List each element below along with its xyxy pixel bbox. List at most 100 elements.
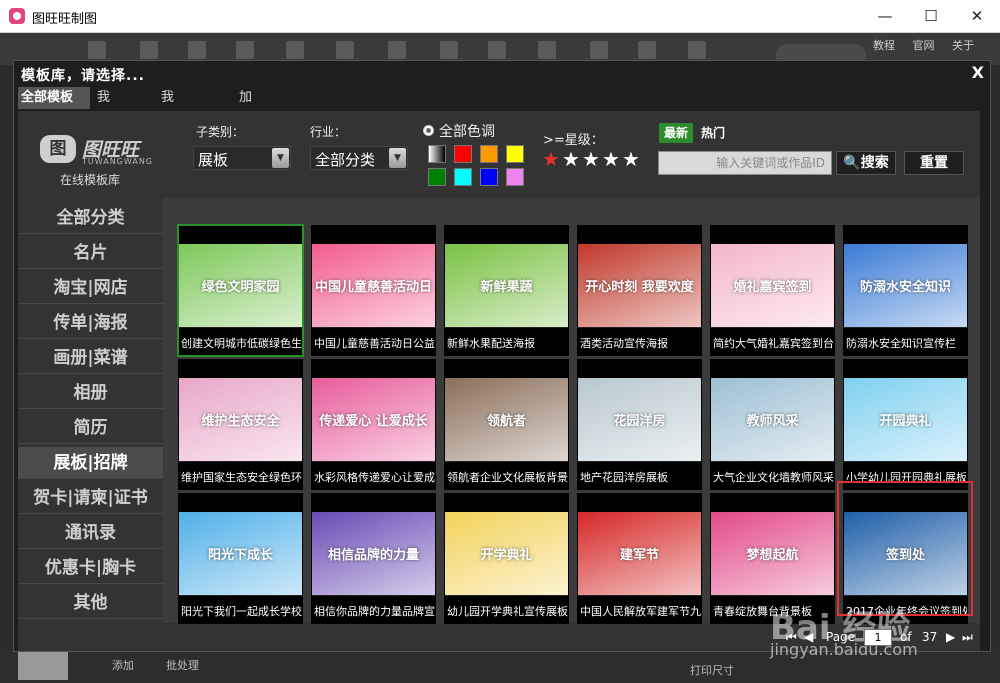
template-title: 幼儿园开学典礼宣传展板 xyxy=(447,605,568,618)
template-thumbnail: 开园典礼 xyxy=(844,378,967,462)
next-page-button[interactable]: ▶ xyxy=(946,630,955,644)
camera-icon[interactable] xyxy=(286,41,304,59)
all-colors-radio[interactable] xyxy=(423,125,434,136)
thumbnail-headline: 开学典礼 xyxy=(480,548,533,563)
subtype-label: 子类别： xyxy=(196,125,245,139)
template-title: 领航者企业文化展板背景 xyxy=(447,471,568,484)
add-button[interactable]: 添加 xyxy=(112,657,134,673)
first-page-button[interactable]: ⏮ xyxy=(786,630,797,645)
pager: ⏮ ◀ Page 1 of 37 ▶ ⏭ xyxy=(786,627,976,649)
tab-all-templates[interactable]: 全部模板 xyxy=(18,87,90,109)
tab-favorites[interactable]: 我的收藏夹 xyxy=(158,87,177,193)
template-title: 中国人民解放军建军节九 xyxy=(580,605,701,618)
template-card[interactable]: 婚礼嘉宾签到 简约大气婚礼嘉宾签到台 xyxy=(710,225,835,356)
print-icon[interactable] xyxy=(236,41,254,59)
star-icon-1[interactable]: ★ xyxy=(542,149,560,169)
template-card[interactable]: 防溺水安全知识 防溺水安全知识宣传栏 xyxy=(843,225,968,356)
category-address-book[interactable]: 通讯录 xyxy=(18,517,163,549)
category-taobao[interactable]: 淘宝|网店 xyxy=(18,272,163,304)
swatch-cyan[interactable] xyxy=(454,168,472,186)
print-size-label: 打印尺寸 xyxy=(690,664,734,677)
last-page-button[interactable]: ⏭ xyxy=(962,630,973,645)
swatch-yellow[interactable] xyxy=(506,145,524,163)
upload-icon[interactable] xyxy=(336,41,354,59)
about-link[interactable]: 关于 xyxy=(952,39,974,52)
page-total: 37 xyxy=(922,630,938,644)
thumbnail-headline: 开园典礼 xyxy=(879,414,932,429)
template-card[interactable]: 开心时刻 我要欢度 酒类活动宣传海报 xyxy=(577,225,702,356)
template-card[interactable]: 开学典礼幼儿园开学典礼宣传展板 xyxy=(444,493,569,624)
tutorial-link[interactable]: 教程 xyxy=(873,39,895,52)
category-flyer[interactable]: 传单|海报 xyxy=(18,307,163,339)
swatch-grayscale[interactable] xyxy=(428,145,446,163)
new-file-icon[interactable] xyxy=(88,41,106,59)
cut-icon[interactable] xyxy=(488,41,506,59)
prev-page-button[interactable]: ◀ xyxy=(804,630,813,644)
template-card[interactable]: 维护生态安全 维护国家生态安全绿色环 xyxy=(178,359,303,490)
template-card[interactable]: 领航者领航者企业文化展板背景 xyxy=(444,359,569,490)
reset-button[interactable]: 重置 xyxy=(904,151,964,175)
layout-icon[interactable] xyxy=(688,41,706,59)
template-card[interactable]: 相信品牌的力量 相信你品牌的力量品牌宣 xyxy=(311,493,436,624)
search-input[interactable]: 输入关键词或作品ID xyxy=(658,151,832,175)
open-folder-icon[interactable] xyxy=(140,41,158,59)
template-title: 水彩风格传递爱心让爱成 xyxy=(314,471,435,484)
dialog-close-button[interactable]: X xyxy=(972,63,984,82)
thumbnail-headline: 梦想起航 xyxy=(746,548,799,563)
star-icon-3[interactable]: ★ xyxy=(582,149,600,169)
top-links: 教程 官网 关于 xyxy=(859,37,974,53)
swatch-green[interactable] xyxy=(428,168,446,186)
maximize-button[interactable]: ☐ xyxy=(908,0,954,33)
crop-icon[interactable] xyxy=(538,41,556,59)
page-number-input[interactable]: 1 xyxy=(864,629,892,646)
category-photo-album[interactable]: 相册 xyxy=(18,377,163,409)
thumbnail-headline: 开心时刻 我要欢度 xyxy=(585,280,694,295)
redo-icon[interactable] xyxy=(440,41,458,59)
swatch-blue[interactable] xyxy=(480,168,498,186)
search-button[interactable]: 🔍搜索 xyxy=(836,151,896,175)
template-thumbnail: 领航者 xyxy=(445,378,568,462)
category-business-card[interactable]: 名片 xyxy=(18,237,163,269)
template-card[interactable]: 建军节 中国人民解放军建军节九 xyxy=(577,493,702,624)
template-thumbnail: 教师风采 xyxy=(711,378,834,462)
subtype-select[interactable]: 展板 ▼ xyxy=(193,146,291,170)
template-thumbnail: 花园洋房 xyxy=(578,378,701,462)
category-coupon-badge[interactable]: 优惠卡|胸卡 xyxy=(18,552,163,584)
save-icon[interactable] xyxy=(188,41,206,59)
copy-icon[interactable] xyxy=(388,41,406,59)
template-card[interactable]: 阳光下成长 阳光下我们一起成长学校 xyxy=(178,493,303,624)
close-window-button[interactable]: ✕ xyxy=(954,0,1000,33)
category-resume[interactable]: 简历 xyxy=(18,412,163,444)
template-card[interactable]: 教师风采 大气企业文化墙教师风采 xyxy=(710,359,835,490)
layers-icon[interactable] xyxy=(590,41,608,59)
swatch-violet[interactable] xyxy=(506,168,524,186)
star-icon-4[interactable]: ★ xyxy=(602,149,620,169)
swatch-red[interactable] xyxy=(454,145,472,163)
gear-icon[interactable] xyxy=(638,41,656,59)
batch-button[interactable]: 批处理 xyxy=(166,657,199,673)
thumbnail-headline: 领航者 xyxy=(486,414,526,429)
template-card[interactable]: 中国儿童慈善活动日 中国儿童慈善活动日公益 xyxy=(311,225,436,356)
industry-select[interactable]: 全部分类 ▼ xyxy=(310,146,408,170)
sort-newest-button[interactable]: 最新 xyxy=(659,123,694,143)
category-all[interactable]: 全部分类 xyxy=(18,202,163,234)
star-icon-2[interactable]: ★ xyxy=(562,149,580,169)
minimize-button[interactable]: — xyxy=(862,0,908,33)
template-card[interactable]: 传递爱心 让爱成长 水彩风格传递爱心让爱成 xyxy=(311,359,436,490)
tab-my-works[interactable]: 我的作品 xyxy=(94,87,113,171)
tab-loaded-templates[interactable]: 加载过的模板 xyxy=(236,87,255,215)
template-card[interactable]: 绿色文明家园 创建文明城市低碳绿色生 xyxy=(177,224,304,357)
star-icon-5[interactable]: ★ xyxy=(622,149,640,169)
template-thumbnail: 开心时刻 我要欢度 xyxy=(578,244,701,328)
template-card[interactable]: 花园洋房 地产花园洋房展板 xyxy=(577,359,702,490)
swatch-orange[interactable] xyxy=(480,145,498,163)
website-link[interactable]: 官网 xyxy=(913,39,935,52)
template-card[interactable]: 新鲜果蔬 新鲜水果配送海报 xyxy=(444,225,569,356)
app-icon xyxy=(9,8,25,24)
sort-hot-button[interactable]: 热门 xyxy=(696,123,730,143)
category-board-sign[interactable]: 展板|招牌 xyxy=(18,447,163,479)
category-other[interactable]: 其他 xyxy=(18,587,163,619)
category-greeting-card[interactable]: 贺卡|请柬|证书 xyxy=(18,482,163,514)
category-album-menu[interactable]: 画册|菜谱 xyxy=(18,342,163,374)
template-card[interactable]: 开园典礼 小学幼儿园开园典礼展板 xyxy=(843,359,968,490)
